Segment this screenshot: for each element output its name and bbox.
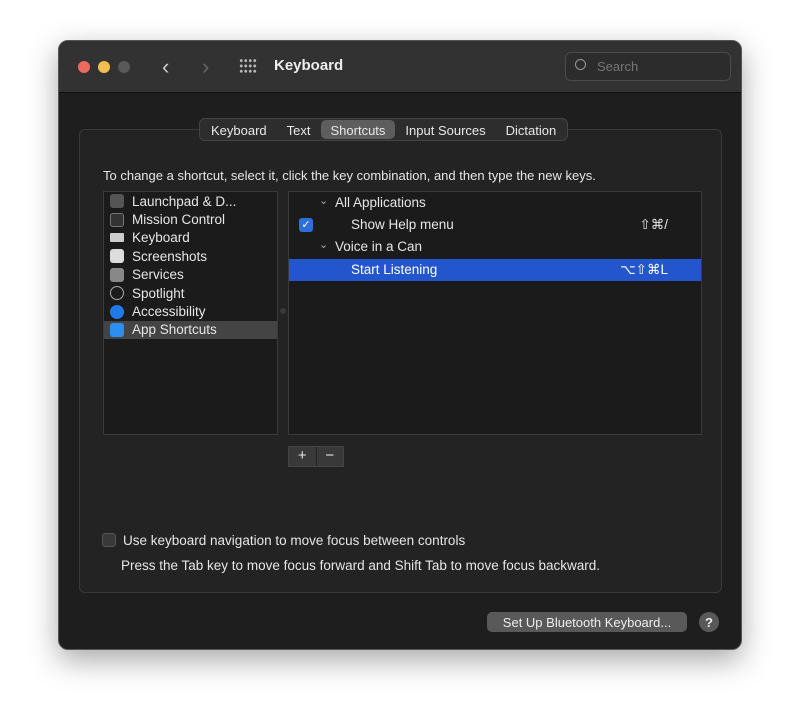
category-keyboard[interactable]: Keyboard [104,229,277,247]
group-row[interactable]: ⌄ All Applications [289,192,701,214]
category-label: Accessibility [132,304,206,320]
back-icon[interactable]: ‹ [162,54,169,80]
gear-icon [110,267,124,282]
keyboard-nav-label[interactable]: Use keyboard navigation to move focus be… [123,533,465,548]
remove-button[interactable]: − [317,447,344,466]
instructions: To change a shortcut, select it, click t… [103,168,596,183]
app-store-icon [110,322,124,337]
setup-bluetooth-keyboard-button[interactable]: Set Up Bluetooth Keyboard... [487,612,687,632]
category-label: App Shortcuts [132,322,217,338]
mission-control-icon [110,212,124,227]
split-handle[interactable] [280,308,286,314]
tab-dictation[interactable]: Dictation [496,120,567,139]
shortcut-keys[interactable]: ⇧⌘/ [639,217,668,233]
shortcut-label: Show Help menu [351,217,454,232]
minimize-button[interactable] [98,61,110,73]
category-label: Services [132,267,184,283]
forward-icon[interactable]: › [202,54,209,80]
title-bar: ‹ › Keyboard Search [59,41,741,93]
category-spotlight[interactable]: Spotlight [104,284,277,302]
category-accessibility[interactable]: Accessibility [104,302,277,320]
search-icon [575,59,586,70]
close-button[interactable] [78,61,90,73]
add-remove-control: + − [288,446,344,467]
shortcut-checkbox[interactable]: ✓ [299,218,313,232]
launchpad-icon [110,194,124,209]
tab-shortcuts[interactable]: Shortcuts [320,120,396,139]
zoom-button[interactable] [118,61,130,73]
shortcut-table: ⌄ All Applications ✓ Show Help menu ⇧⌘/ ⌄… [288,191,702,435]
screenshot-icon [110,249,124,264]
accessibility-icon [110,304,124,319]
chevron-down-icon[interactable]: ⌄ [319,194,328,207]
category-label: Spotlight [132,285,185,301]
add-button[interactable]: + [289,447,317,466]
category-services[interactable]: Services [104,266,277,284]
tab-keyboard[interactable]: Keyboard [201,120,277,139]
category-label: Keyboard [132,230,190,246]
group-label: Voice in a Can [335,239,423,254]
group-label: All Applications [335,195,426,210]
preferences-window: ‹ › Keyboard Search Keyboard Text Shortc… [58,40,742,650]
search-placeholder: Search [597,59,639,74]
category-screenshots[interactable]: Screenshots [104,247,277,265]
shortcut-row-selected[interactable]: Start Listening ⌥⇧⌘L [289,259,701,281]
group-row[interactable]: ⌄ Voice in a Can [289,236,701,258]
tab-text[interactable]: Text [277,120,321,139]
chevron-down-icon[interactable]: ⌄ [319,238,328,251]
tab-bar: Keyboard Text Shortcuts Input Sources Di… [199,118,569,141]
keyboard-nav-checkbox[interactable] [102,533,116,547]
keyboard-nav-hint: Press the Tab key to move focus forward … [121,558,600,573]
category-label: Launchpad & D... [132,193,237,209]
window-title: Keyboard [274,57,344,74]
magnifier-icon [110,286,124,301]
help-button[interactable]: ? [699,612,719,632]
shortcut-label: Start Listening [351,262,438,277]
category-label: Mission Control [132,212,226,228]
category-mission-control[interactable]: Mission Control [104,210,277,228]
category-label: Screenshots [132,248,208,264]
shortcut-row[interactable]: ✓ Show Help menu ⇧⌘/ [289,214,701,236]
shortcut-keys[interactable]: ⌥⇧⌘L [620,262,668,278]
category-app-shortcuts[interactable]: App Shortcuts [104,320,277,340]
search-input[interactable]: Search [565,52,731,81]
grid-icon[interactable] [239,58,257,74]
category-list: Launchpad & D... Mission Control Keyboar… [103,191,278,435]
category-launchpad[interactable]: Launchpad & D... [104,192,277,210]
keyboard-icon [110,233,124,243]
tab-input-sources[interactable]: Input Sources [395,120,495,139]
